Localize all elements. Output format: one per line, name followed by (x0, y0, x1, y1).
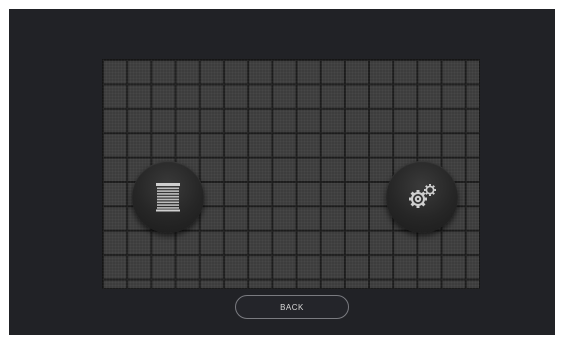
window-blinds-icon (155, 182, 181, 212)
control-screen: BACK (9, 9, 555, 335)
gears-icon (405, 182, 439, 212)
blinds-button[interactable] (132, 161, 204, 233)
back-button-label: BACK (280, 302, 304, 312)
settings-button[interactable] (386, 161, 458, 233)
back-button[interactable]: BACK (235, 295, 349, 319)
